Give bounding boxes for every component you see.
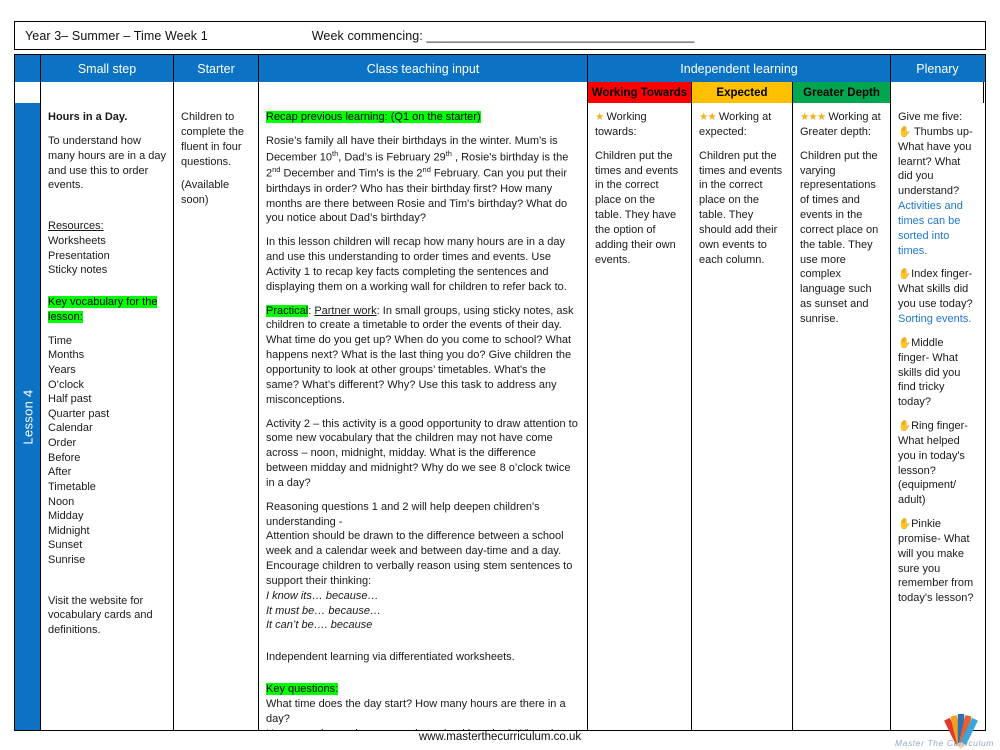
vocabulary-item: Midnight: [48, 524, 90, 537]
subheader-expected: Expected: [692, 82, 793, 103]
expected-title: ★★ Working at expected:: [699, 111, 772, 138]
plenary-item: ✋ Thumbs up- What have you learnt? What …: [898, 125, 973, 257]
hand-icon: ✋: [898, 336, 912, 349]
cell-greater-depth: ★★★ Working at Greater depth: Children p…: [793, 103, 891, 730]
header-plenary: Plenary: [891, 55, 984, 82]
cell-class-teaching-input: Recap previous learning: (Q1 on the star…: [259, 103, 588, 730]
working-towards-body: Children put the times and events in the…: [595, 149, 679, 266]
sub-class-teaching-blank: [259, 82, 588, 103]
stem-sentence: I know its… because…: [266, 589, 379, 602]
subheader-working-towards: Working Towards: [588, 82, 692, 103]
week-commencing-field[interactable]: Week commencing: _______________________…: [312, 29, 695, 43]
differentiation-header-row: Working Towards Expected Greater Depth: [15, 82, 985, 103]
sub-spine-blank: [15, 82, 41, 103]
subheader-greater-depth: Greater Depth: [793, 82, 891, 103]
plenary-item: ✋Index finger- What skills did you use t…: [898, 268, 973, 325]
header-class-teaching-input: Class teaching input: [259, 55, 588, 82]
plenary-answer: Activities and times can be sorted into …: [898, 200, 963, 257]
vocabulary-item: Sunrise: [48, 554, 86, 566]
plenary-item: ✋Ring finger- What helped you in today's…: [898, 420, 968, 507]
lesson-plan-page: Year 3– Summer – Time Week 1 Week commen…: [0, 0, 1000, 750]
header-spine-blank: [15, 55, 41, 82]
cell-small-step: Hours in a Day. To understand how many h…: [41, 103, 174, 730]
lesson-number-spine: Lesson 4: [15, 103, 41, 730]
title-bar: Year 3– Summer – Time Week 1 Week commen…: [14, 21, 986, 50]
header-independent-learning: Independent learning: [588, 55, 891, 82]
small-step-objective: To understand how many hours are in a da…: [48, 134, 167, 192]
footer-url[interactable]: www.masterthecurriculum.co.uk: [0, 731, 1000, 743]
greater-depth-title: ★★★ Working at Greater depth:: [800, 111, 881, 138]
hand-icon: ✋: [898, 268, 912, 281]
star-icon: ★★★: [800, 111, 826, 123]
reasoning-encourage: Encourage children to verbally reason us…: [266, 560, 573, 587]
expected-body: Children put the times and events in the…: [699, 149, 783, 266]
starter-text: Children to complete the fluent in four …: [181, 111, 244, 168]
reasoning-intro: Reasoning questions 1 and 2 will help de…: [266, 500, 540, 528]
sub-plenary-blank: [891, 82, 984, 103]
plenary-item: ✋Middle finger- What skills did you find…: [898, 336, 961, 409]
hand-icon: ✋: [898, 125, 912, 138]
table-body-row: Lesson 4 Hours in a Day. To understand h…: [15, 103, 985, 730]
practical-paragraph: Practical: Partner work: In small groups…: [266, 304, 574, 406]
key-question: How many hours do you spend at school in…: [266, 727, 580, 730]
vocabulary-item: Midday: [48, 510, 84, 523]
vocabulary-item: Timetable: [48, 480, 96, 493]
activity-2-paragraph: Activity 2 – this activity is a good opp…: [266, 417, 578, 489]
resources-label: Resources:: [48, 220, 104, 233]
vocabulary-item: Years: [48, 363, 76, 376]
cell-expected: ★★ Working at expected: Children put the…: [692, 103, 793, 730]
vocabulary-item: Calendar: [48, 422, 93, 435]
vocabulary-item: After: [48, 466, 72, 479]
header-starter: Starter: [174, 55, 259, 82]
vocabulary-item: Half past: [48, 393, 92, 406]
vocabulary-item: Order: [48, 437, 77, 449]
vocabulary-item: Quarter past: [48, 407, 110, 420]
sub-starter-blank: [174, 82, 259, 103]
key-vocabulary-label: Key vocabulary for the lesson:: [48, 295, 158, 323]
vocabulary-item: Before: [48, 451, 81, 464]
greater-depth-body: Children put the varying representations…: [800, 149, 879, 325]
hand-icon: ✋: [898, 518, 912, 531]
website-note: Visit the website for vocabulary cards a…: [48, 594, 153, 637]
header-small-step: Small step: [41, 55, 174, 82]
lesson-plan-table: Small step Starter Class teaching input …: [14, 54, 986, 731]
reasoning-attention: Attention should be drawn to the differe…: [266, 530, 564, 558]
year-term-week-label: Year 3– Summer – Time Week 1: [25, 28, 208, 43]
key-question: What time does the day start? How many h…: [266, 698, 566, 725]
cell-plenary: Give me five: ✋ Thumbs up- What have you…: [891, 103, 984, 730]
vocabulary-item: Noon: [48, 495, 75, 508]
vocabulary-item: Months: [48, 349, 85, 362]
sub-small-step-blank: [41, 82, 174, 103]
logo-wordmark: Master The Curriculum: [894, 738, 994, 748]
working-towards-title: ★ Working towards:: [595, 111, 647, 138]
table-header-row: Small step Starter Class teaching input …: [15, 55, 985, 82]
vocabulary-item: O’clock: [48, 378, 85, 391]
plenary-item: ✋Pinkie promise- What will you make sure…: [898, 518, 974, 605]
vocabulary-item: Sunset: [48, 539, 83, 552]
stem-sentence: It can’t be…. because: [266, 619, 373, 632]
vocabulary-item: Time: [48, 334, 73, 347]
star-icon: ★: [595, 111, 604, 123]
resource-item: Worksheets: [48, 235, 106, 248]
lesson-overview: In this lesson children will recap how m…: [266, 236, 567, 293]
stem-sentence: It must be… because…: [266, 604, 381, 617]
cell-working-towards: ★ Working towards: Children put the time…: [588, 103, 692, 730]
resource-item: Sticky notes: [48, 264, 108, 277]
resource-item: Presentation: [48, 249, 110, 262]
star-icon: ★★: [699, 111, 717, 123]
independent-learning-note: Independent learning via differentiated …: [266, 651, 515, 664]
hand-icon: ✋: [898, 420, 912, 433]
key-questions-label: Key questions:: [266, 683, 339, 696]
plenary-intro: Give me five:: [898, 111, 963, 123]
recap-label: Recap previous learning: (Q1 on the star…: [266, 111, 481, 123]
cell-starter: Children to complete the fluent in four …: [174, 103, 259, 730]
recap-body: Rosie’s family all have their birthdays …: [266, 134, 569, 225]
plenary-answer: Sorting events.: [898, 312, 972, 325]
starter-availability: (Available soon): [181, 179, 230, 207]
lesson-number-label: Lesson 4: [20, 388, 35, 445]
small-step-heading: Hours in a Day.: [48, 111, 128, 123]
